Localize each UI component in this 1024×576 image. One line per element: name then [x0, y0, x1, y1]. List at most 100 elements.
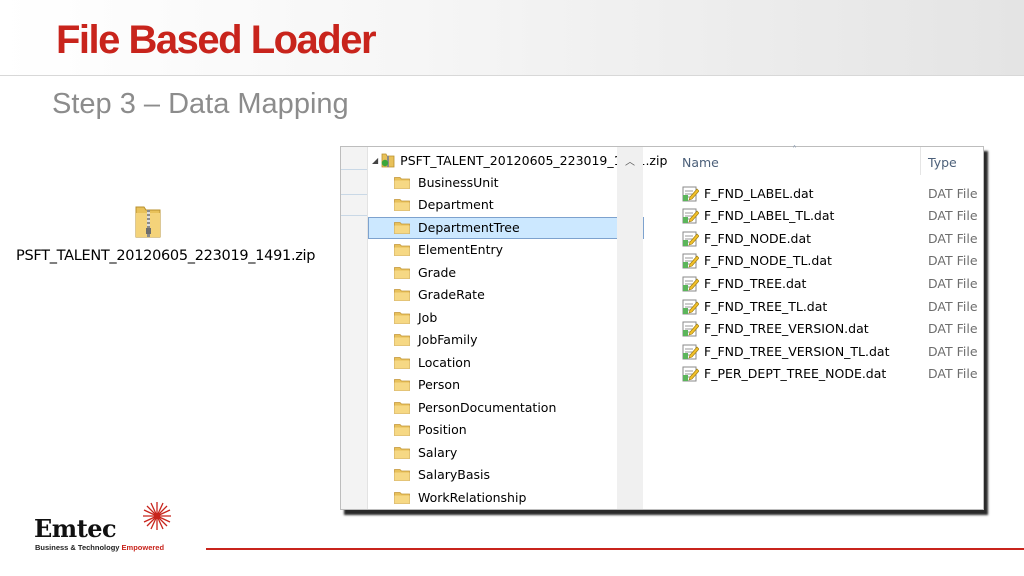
file-row[interactable]: F_FND_TREE.dat — [682, 273, 806, 293]
file-type: DAT File — [928, 185, 978, 201]
folder-icon — [394, 446, 410, 459]
tree-folder-label: Department — [418, 197, 494, 213]
folder-icon — [394, 356, 410, 369]
file-name: F_FND_LABEL.dat — [704, 185, 814, 201]
column-header-type[interactable]: Type — [928, 155, 957, 170]
file-type: DAT File — [928, 366, 978, 382]
file-name: F_FND_TREE_VERSION_TL.dat — [704, 343, 890, 359]
tree-folder-label: ElementEntry — [418, 242, 504, 258]
file-row[interactable]: F_FND_TREE_VERSION.dat — [682, 319, 869, 339]
file-row[interactable]: F_FND_NODE.dat — [682, 228, 811, 248]
dat-file-icon — [682, 231, 699, 247]
file-name: F_FND_NODE.dat — [704, 230, 812, 246]
tree-folder-item[interactable]: SalaryBasis — [394, 464, 556, 487]
tree-folder-item[interactable]: PersonDocumentation — [394, 396, 556, 419]
dat-file-icon — [682, 321, 699, 337]
folder-icon — [394, 401, 410, 414]
dat-file-icon — [682, 186, 699, 201]
tree-folder-label: DepartmentTree — [418, 219, 520, 235]
file-list-pane: ˄ Name Type F_FND_LABEL.dat DAT File F_FND… — [644, 145, 983, 509]
tree-folder-label: Person — [418, 377, 461, 393]
tree-folder-item[interactable]: Location — [394, 351, 556, 374]
tree-folder-label: WorkRelationship — [418, 489, 527, 505]
folder-icon — [394, 491, 410, 504]
strip-line — [341, 169, 367, 170]
tree-scrollbar[interactable]: ︿ — [617, 147, 643, 509]
dat-file-icon — [682, 253, 699, 269]
folder-icon — [394, 266, 410, 279]
tree-folder-item[interactable]: Department — [394, 194, 556, 217]
file-row[interactable]: F_PER_DEPT_TREE_NODE.dat — [682, 364, 886, 384]
tree-folder-item[interactable]: Person — [394, 374, 556, 397]
file-name: F_FND_LABEL_TL.dat — [704, 208, 835, 224]
dat-file-icon — [682, 208, 699, 224]
tagline-accent: Empowered — [121, 543, 165, 552]
zip-file-label[interactable]: PSFT_TALENT_20120605_223019_1491.zip — [16, 248, 316, 264]
tree-folder-label: JobFamily — [418, 332, 478, 348]
tree-folder-item[interactable]: Grade — [394, 261, 556, 284]
folder-icon — [394, 199, 410, 212]
column-header-name[interactable]: Name — [682, 155, 719, 170]
folder-icon — [394, 176, 410, 189]
tree-folder-label: Salary — [418, 444, 458, 460]
file-row[interactable]: F_FND_TREE_TL.dat — [682, 296, 827, 316]
emtec-logo: Emtec — [34, 514, 117, 543]
tree-folder-label: PersonDocumentation — [418, 399, 557, 415]
starburst-logo-icon — [143, 502, 171, 530]
file-explorer-window: ◢ PSFT_TALENT_20120605_223019_1491.zip B… — [340, 145, 984, 510]
tree-folder-item[interactable]: DepartmentTree — [394, 216, 556, 239]
file-type: DAT File — [928, 253, 978, 269]
sort-caret-icon: ˄ — [792, 145, 797, 156]
file-name: F_FND_NODE_TL.dat — [704, 253, 832, 269]
folder-list: BusinessUnit Department DepartmentTree Elem… — [394, 171, 556, 509]
left-navigation-strip — [341, 147, 368, 509]
folder-tree-pane: ◢ PSFT_TALENT_20120605_223019_1491.zip B… — [368, 147, 667, 509]
strip-line — [341, 194, 367, 195]
dat-file-icon — [682, 276, 699, 292]
slide-subtitle: Step 3 – Data Mapping — [52, 88, 349, 120]
file-row[interactable]: F_FND_LABEL_TL.dat — [682, 206, 834, 226]
tree-folder-item[interactable]: Position — [394, 419, 556, 442]
tree-folder-label: Location — [418, 354, 471, 370]
tree-folder-item[interactable]: Job — [394, 306, 556, 329]
folder-icon — [394, 424, 410, 437]
file-name: F_FND_TREE.dat — [704, 275, 807, 291]
folder-icon — [394, 289, 410, 302]
tree-folder-item[interactable]: GradeRate — [394, 284, 556, 307]
tree-folder-label: GradeRate — [418, 287, 485, 303]
file-name: F_PER_DEPT_TREE_NODE.dat — [704, 366, 887, 382]
file-name: F_FND_TREE_VERSION.dat — [704, 321, 869, 337]
scroll-up-icon[interactable]: ︿ — [625, 153, 635, 168]
footer-divider — [206, 548, 1024, 550]
expand-triangle-icon[interactable]: ◢ — [372, 156, 378, 165]
file-name: F_FND_TREE_TL.dat — [704, 298, 828, 314]
company-tagline: Business & Technology Empowered — [35, 543, 164, 552]
tree-folder-label: Position — [418, 422, 467, 438]
tree-folder-label: BusinessUnit — [418, 174, 499, 190]
file-type: DAT File — [928, 230, 978, 246]
file-row[interactable]: F_FND_LABEL.dat — [682, 183, 814, 203]
zip-folder-icon[interactable] — [134, 203, 162, 239]
column-separator[interactable] — [920, 147, 921, 175]
file-row[interactable]: F_FND_TREE_VERSION_TL.dat — [682, 341, 890, 361]
file-type: DAT File — [928, 298, 978, 314]
folder-icon — [394, 244, 410, 257]
dat-file-icon — [682, 366, 699, 382]
file-type: DAT File — [928, 343, 978, 359]
tree-folder-label: Job — [418, 309, 438, 325]
dat-file-icon — [682, 344, 699, 360]
folder-icon — [394, 469, 410, 482]
tagline-text: Business & Technology — [35, 543, 122, 552]
tree-folder-item[interactable]: JobFamily — [394, 329, 556, 352]
tree-folder-item[interactable]: WorkRelationship — [394, 486, 556, 509]
file-type: DAT File — [928, 208, 978, 224]
tree-folder-item[interactable]: ElementEntry — [394, 239, 556, 262]
folder-icon — [394, 334, 410, 347]
folder-icon — [394, 221, 410, 234]
file-row[interactable]: F_FND_NODE_TL.dat — [682, 251, 832, 271]
file-type: DAT File — [928, 321, 978, 337]
tree-folder-item[interactable]: Salary — [394, 441, 556, 464]
zip-folder-icon — [381, 153, 395, 168]
tree-folder-item[interactable]: BusinessUnit — [394, 171, 556, 194]
tree-folder-label: SalaryBasis — [418, 467, 490, 483]
